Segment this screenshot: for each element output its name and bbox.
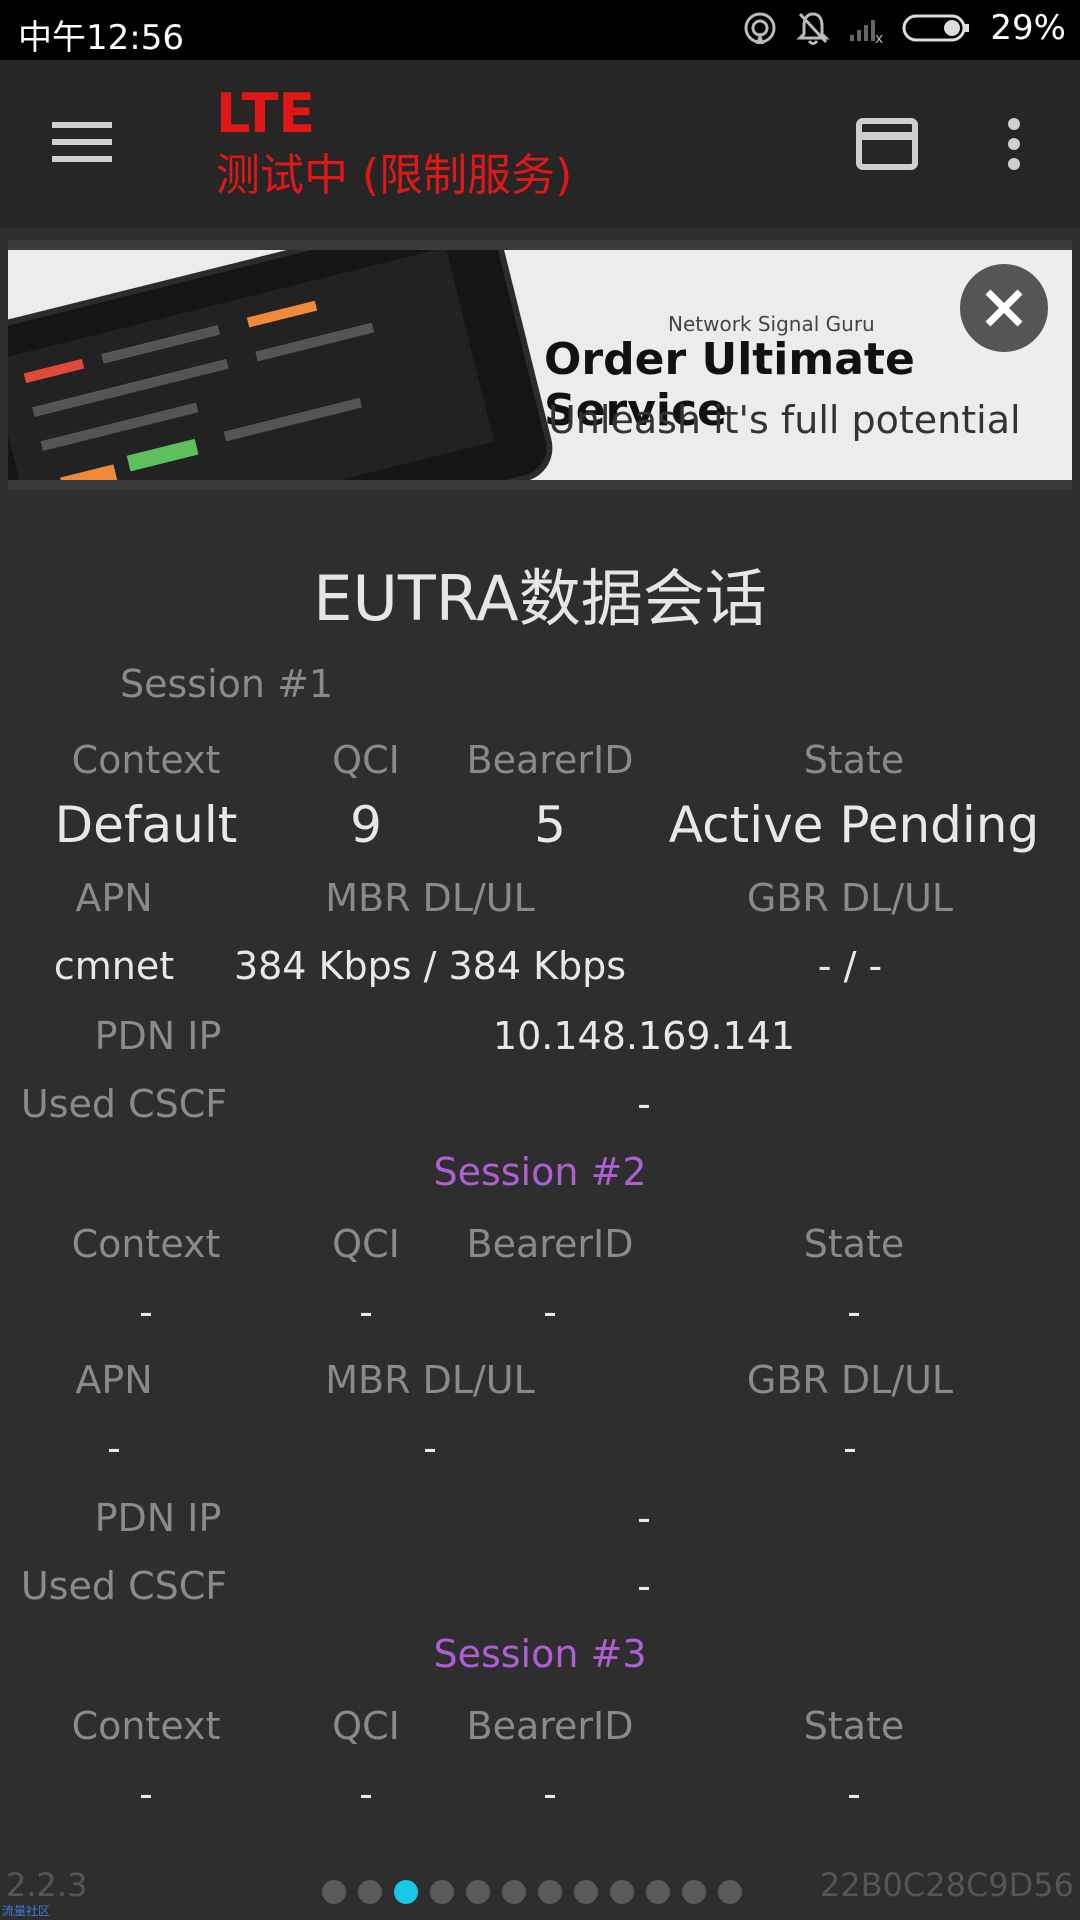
battery-icon [902,13,972,43]
hotspot-icon [742,10,778,46]
session-3-state-value: - [847,1772,861,1816]
forum-watermark: 流量社区 [2,1904,51,1918]
menu-button[interactable] [52,118,112,166]
session-2-qci-label: QCI [332,1222,400,1266]
bell-off-icon [796,10,831,46]
ad-close-button[interactable] [960,264,1048,352]
session-1-gbr-label: GBR DL/UL [746,876,954,920]
session-1-qci-label: QCI [332,738,400,782]
session-1-pdn-ip-label: PDN IP [94,1014,222,1058]
app-version: 2.2.3 [6,1866,88,1904]
session-3-context-value: - [139,1772,153,1816]
session-1-cscf-label: Used CSCF [20,1082,228,1126]
session-1-qci-value: 9 [350,796,382,854]
session-3-context-label: Context [71,1704,221,1748]
page-dot[interactable] [430,1880,454,1904]
session-2-title: Session #2 [433,1150,647,1194]
session-1-pdn-ip-value: 10.148.169.141 [492,1014,796,1058]
session-1-context-value: Default [54,796,238,854]
app-bar: LTE 测试中 (限制服务) [0,60,1080,228]
session-1-state-value: Active Pending [668,796,1040,854]
session-2-cscf-label: Used CSCF [20,1564,228,1608]
close-icon [985,289,1023,327]
session-3-bearer-label: BearerID [466,1704,634,1748]
session-2-bearer-label: BearerID [466,1222,634,1266]
card-button[interactable] [856,118,918,170]
app-subtitle: 测试中 (限制服务) [216,150,573,201]
session-2-pdn-ip-label: PDN IP [94,1496,222,1540]
page-dot[interactable] [646,1880,670,1904]
battery-percent: 29% [990,8,1066,48]
session-3-qci-value: - [359,1772,373,1816]
section-title: EUTRA数据会话 [313,562,767,635]
session-2-context-value: - [139,1290,153,1334]
session-3-state-label: State [803,1704,905,1748]
session-2-state-label: State [803,1222,905,1266]
page-dot[interactable] [358,1880,382,1904]
hamburger-menu-icon [52,122,112,162]
page-dot[interactable] [502,1880,526,1904]
page-dot-active[interactable] [394,1880,418,1904]
session-3-title: Session #3 [433,1632,647,1676]
page-dot[interactable] [466,1880,490,1904]
signal-icon: x [848,13,884,43]
session-2-mbr-label: MBR DL/UL [325,1358,535,1402]
ad-banner[interactable]: Network Signal Guru Order Ultimate Servi… [8,240,1072,490]
page-indicator[interactable] [322,1880,742,1904]
status-time: 中午12:56 [18,18,184,58]
session-2-cscf-value: - [637,1564,651,1608]
session-2-mbr-value: - [423,1426,437,1470]
session-1-apn-label: APN [75,876,153,920]
page-dot[interactable] [718,1880,742,1904]
ad-brand: Network Signal Guru [668,312,875,336]
more-vert-icon [1008,118,1020,170]
session-1-bearer-value: 5 [534,796,566,854]
footer: 2.2.3 22B0C28C9D56 流量社区 [0,1860,1080,1920]
session-3-qci-label: QCI [332,1704,400,1748]
session-2-gbr-label: GBR DL/UL [746,1358,954,1402]
session-1-cscf-value: - [637,1082,651,1126]
app-title: LTE [216,82,316,145]
ad-tagline: Unleash it's full potential [548,398,1021,442]
session-2-state-value: - [847,1290,861,1334]
session-2-bearer-value: - [543,1290,557,1334]
page-dot[interactable] [610,1880,634,1904]
status-bar: 中午12:56 x 29% [0,0,1080,60]
card-icon [856,118,918,170]
ad-phone-image [8,250,553,480]
page-dot[interactable] [574,1880,598,1904]
title-block: LTE 测试中 (限制服务) [216,82,572,206]
session-2-qci-value: - [359,1290,373,1334]
page-dot[interactable] [682,1880,706,1904]
session-1-state-label: State [803,738,905,782]
more-options-button[interactable] [1000,116,1028,172]
session-2-context-label: Context [71,1222,221,1266]
session-2-apn-label: APN [75,1358,153,1402]
session-2-apn-value: - [107,1426,121,1470]
device-id: 22B0C28C9D56 [819,1866,1074,1904]
page-dot[interactable] [538,1880,562,1904]
session-1-context-label: Context [71,738,221,782]
session-3-bearer-value: - [543,1772,557,1816]
page-dot[interactable] [322,1880,346,1904]
session-1-title: Session #1 [120,662,334,706]
session-2-pdn-ip-value: - [637,1496,651,1540]
session-1-mbr-value: 384 Kbps / 384 Kbps [233,944,627,988]
session-1-gbr-value: - / - [817,944,883,988]
session-2-gbr-value: - [843,1426,857,1470]
session-1-apn-value: cmnet [53,944,175,988]
svg-text:x: x [875,31,883,43]
session-1-mbr-label: MBR DL/UL [325,876,535,920]
session-1-bearer-label: BearerID [466,738,634,782]
